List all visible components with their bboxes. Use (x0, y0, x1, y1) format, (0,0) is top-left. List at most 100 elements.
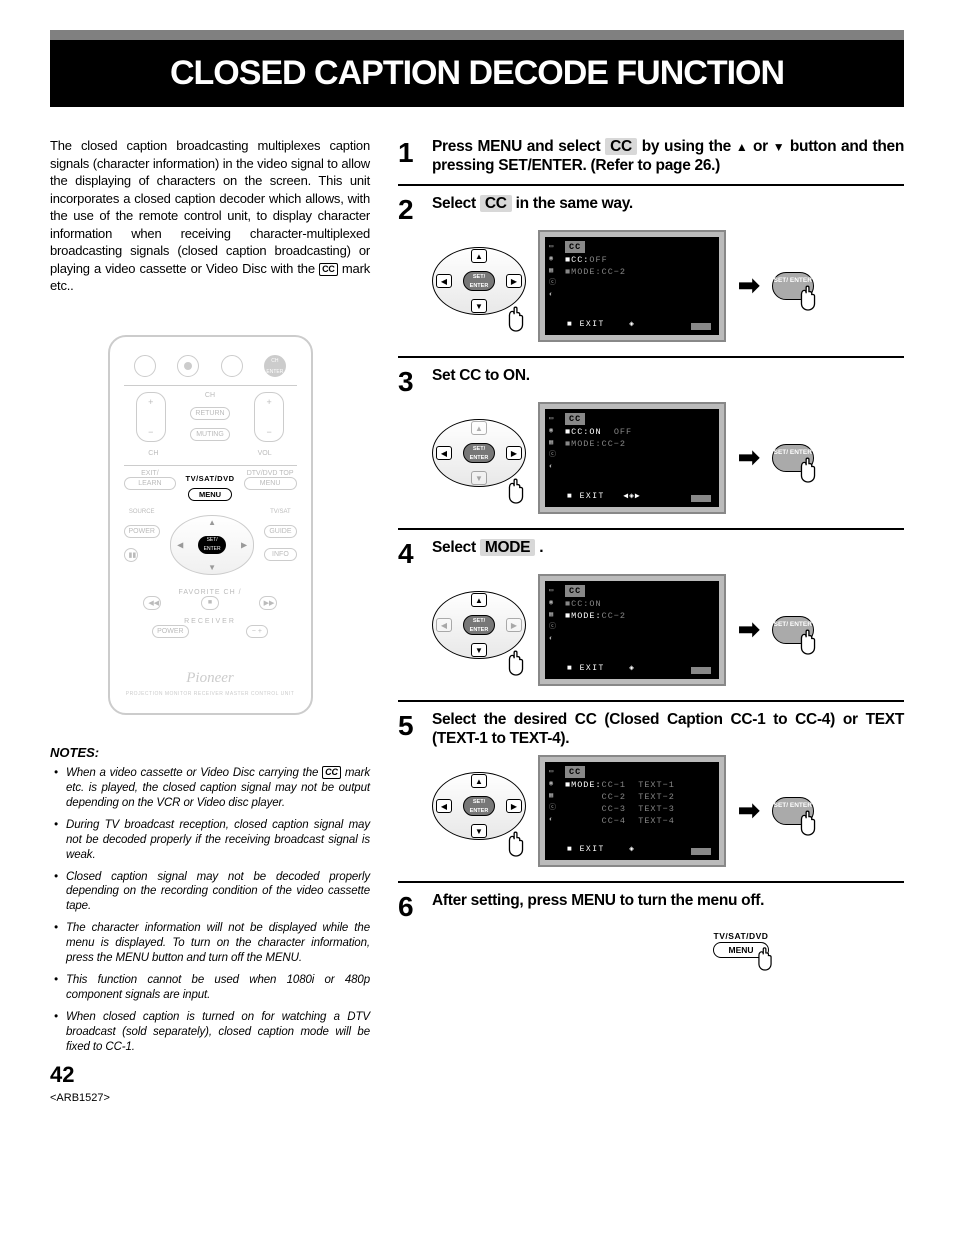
remote-guide-button: GUIDE (264, 525, 296, 538)
set-enter-label: SET/ ENTER (463, 615, 495, 635)
osd-exit: ■ EXIT (567, 319, 605, 331)
set-enter-label: SET/ ENTER (463, 796, 495, 816)
step-divider (398, 356, 904, 358)
note-item: During TV broadcast reception, closed ca… (66, 818, 370, 863)
osd-screen: ▭◉▦ⓒ◐ CC ■CC:OFF ■MODE:CC−2 ■ EXIT ◈ (538, 230, 726, 342)
step-divider (398, 528, 904, 530)
dpad-icon: ▲▼◀▶ SET/ ENTER (432, 247, 526, 325)
step-number: 1 (398, 137, 432, 176)
finger-press-icon (502, 827, 530, 860)
finger-press-icon (794, 281, 822, 314)
finger-press-icon (794, 806, 822, 839)
step-number: 2 (398, 194, 432, 224)
remote-muting-button: MUTING (190, 428, 229, 441)
osd-header: CC (565, 766, 585, 778)
step-5: 5 Select the desired CC (Closed Caption … (398, 710, 904, 749)
document-code: <ARB1527> (50, 1092, 370, 1104)
finger-press-icon (794, 453, 822, 486)
down-arrow-icon (773, 138, 785, 155)
remote-dpad: SET/ ENTER ▲▼◀▶ (170, 515, 254, 575)
remote-brand-logo: Pioneer (110, 670, 311, 687)
finger-press-icon (502, 646, 530, 679)
step-4-figures: ▲▼◀▶ SET/ ENTER ▭◉▦ⓒ◐ CC ■CC:ON ■MODE:CC… (432, 574, 904, 686)
step-number: 3 (398, 366, 432, 396)
step-number: 4 (398, 538, 432, 568)
osd-header: CC (565, 585, 585, 597)
menu-mode-label: TV/SAT/DVD (578, 931, 904, 941)
top-divider (50, 30, 904, 40)
set-enter-button-icon: SET/ ENTER (772, 797, 814, 825)
note-item: This function cannot be used when 1080i … (66, 973, 370, 1003)
remote-dtv-label: DTV/DVD TOP (244, 470, 297, 477)
remote-ch-enter-button: CH ENTER (264, 355, 286, 377)
remote-info-button: INFO (264, 548, 296, 561)
remote-power-button: POWER (124, 525, 160, 538)
remote-receiver-power: POWER (152, 625, 188, 638)
step-title: Select CC in the same way. (432, 194, 904, 213)
step-title: Press MENU and select CC by using the or… (432, 137, 904, 176)
osd-screen: ▭◉▦ⓒ◐ CC ■CC:ON OFF ■MODE:CC−2 ■ EXIT ◀◈… (538, 402, 726, 514)
step-4: 4 Select MODE . (398, 538, 904, 568)
osd-screen: ▭◉▦ⓒ◐ CC ■MODE:CC−1 TEXT−1 ■MODE:CC−2 TE… (538, 755, 726, 867)
remote-button-generic (134, 355, 156, 377)
remote-learn-button: LEARN (124, 477, 177, 490)
remote-button-generic (177, 355, 199, 377)
step-2-figures: ▲▼◀▶ SET/ ENTER ▭◉▦ⓒ◐ CC ■CC:OFF ■MODE:C… (432, 230, 904, 342)
step-5-figures: ▲▼◀▶ SET/ ENTER ▭◉▦ⓒ◐ CC ■MODE:CC−1 TEXT… (432, 755, 904, 867)
dpad-icon: ▲▼◀▶ SET/ ENTER (432, 419, 526, 497)
remote-return-button: RETURN (190, 407, 229, 420)
intro-paragraph: The closed caption broadcasting multiple… (50, 137, 370, 295)
remote-illustration: CH ENTER +− CH RETURN MUTING +− CHVOL (50, 335, 370, 715)
step-1: 1 Press MENU and select CC by using the … (398, 137, 904, 176)
step-title: Select the desired CC (Closed Caption CC… (432, 710, 904, 749)
set-enter-label: SET/ ENTER (463, 443, 495, 463)
right-arrow-icon: ➡ (738, 442, 760, 473)
remote-menu-button: MENU (188, 488, 232, 501)
remote-ch-label: CH (190, 392, 229, 399)
notes-heading: NOTES: (50, 745, 370, 760)
cc-mark-icon: CC (319, 263, 338, 276)
finger-press-icon (502, 302, 530, 335)
step-6: 6 After setting, press MENU to turn the … (398, 891, 904, 921)
up-arrow-icon (736, 138, 748, 155)
step-divider (398, 700, 904, 702)
step-3-figures: ▲▼◀▶ SET/ ENTER ▭◉▦ⓒ◐ CC ■CC:ON OFF ■MOD… (432, 402, 904, 514)
remote-favorite-label: FAVORITE CH / (124, 589, 297, 596)
menu-button-figure: TV/SAT/DVD MENU (578, 931, 904, 958)
finger-press-icon (752, 943, 778, 973)
page-number: 42 (50, 1062, 370, 1088)
remote-mode-label: TV/SAT/DVD (178, 474, 241, 483)
finger-press-icon (794, 625, 822, 658)
remote-source-label: SOURCE (124, 509, 160, 515)
remote-subtitle: PROJECTION MONITOR RECEIVER MASTER CONTR… (110, 691, 311, 697)
remote-ch-label: CH (148, 450, 158, 457)
remote-menu2-button: MENU (244, 477, 297, 490)
step-3: 3 Set CC to ON. (398, 366, 904, 396)
osd-header: CC (565, 241, 585, 253)
step-divider (398, 184, 904, 186)
remote-set-enter-button: SET/ ENTER (198, 536, 226, 554)
note-item: When a video cassette or Video Disc carr… (66, 766, 370, 811)
osd-exit: ■ EXIT (567, 844, 605, 856)
note-item: Closed caption signal may not be decoded… (66, 870, 370, 915)
remote-receiver-label: RECEIVER (124, 618, 297, 625)
osd-line: ■MODE: (565, 267, 602, 277)
right-arrow-icon: ➡ (738, 270, 760, 301)
set-enter-button-icon: SET/ ENTER (772, 616, 814, 644)
note-text: When a video cassette or Video Disc carr… (66, 767, 322, 779)
remote-tvsat-label: TV/SAT (264, 509, 296, 515)
mode-highlight: MODE (480, 539, 535, 556)
remote-vol-label: VOL (258, 450, 272, 457)
set-enter-button-icon: SET/ ENTER (772, 444, 814, 472)
step-title: Set CC to ON. (432, 366, 904, 385)
osd-header: CC (565, 413, 585, 425)
right-arrow-icon: ➡ (738, 614, 760, 645)
osd-screen: ▭◉▦ⓒ◐ CC ■CC:ON ■MODE:CC−2 ■ EXIT ◈ (538, 574, 726, 686)
notes-list: When a video cassette or Video Disc carr… (50, 766, 370, 1055)
set-enter-button-icon: SET/ ENTER (772, 272, 814, 300)
cc-highlight: CC (605, 138, 637, 155)
osd-exit: ■ EXIT (567, 663, 605, 675)
osd-line: ■CC: (565, 255, 589, 265)
remote-ch-rocker: +− (136, 392, 166, 442)
step-number: 6 (398, 891, 432, 921)
